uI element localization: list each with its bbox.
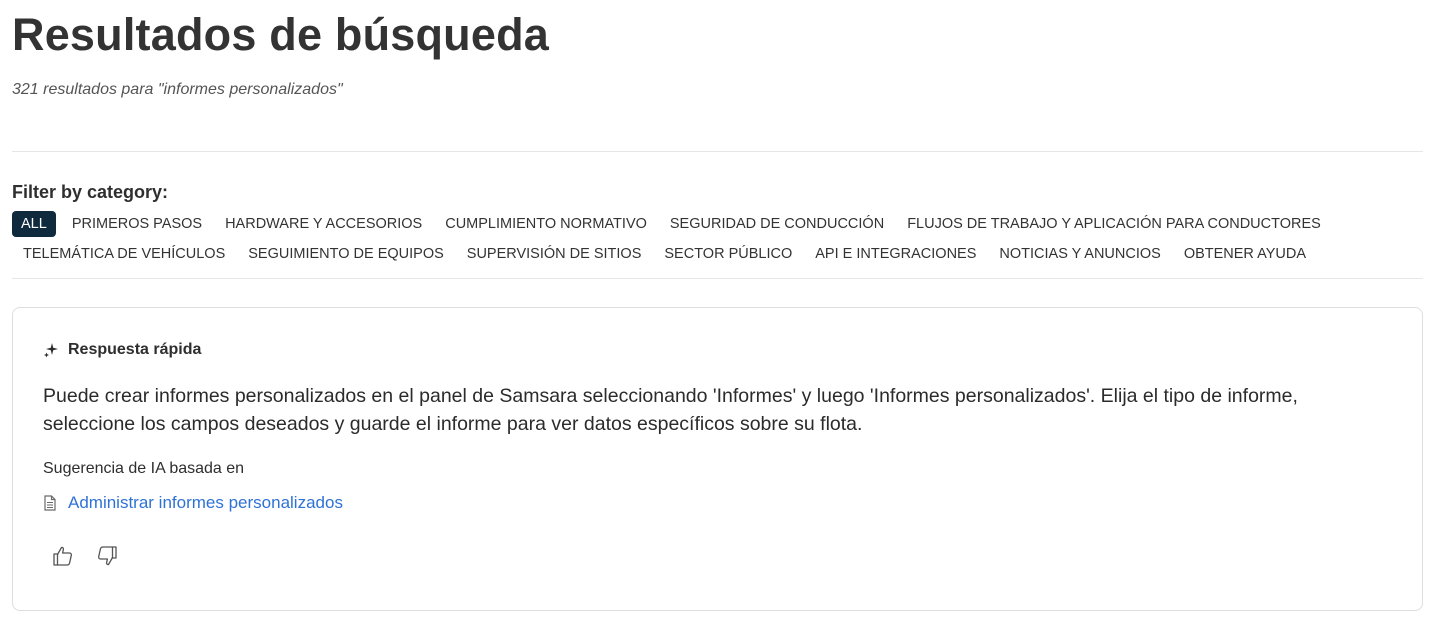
chip-obtener-ayuda[interactable]: OBTENER AYUDA — [1173, 241, 1317, 267]
ai-suggestion-label: Sugerencia de IA basada en — [43, 460, 245, 477]
quick-answer-text: Puede crear informes personalizados en e… — [43, 385, 1298, 435]
results-count: 321 resultados para "informes personaliz… — [12, 81, 343, 98]
chip-api-integraciones[interactable]: API E INTEGRACIONES — [804, 241, 987, 267]
quick-answer-title: Respuesta rápida — [68, 341, 202, 358]
chip-supervision-sitios[interactable]: SUPERVISIÓN DE SITIOS — [456, 241, 653, 267]
quick-answer-header: Respuesta rápida — [43, 338, 1392, 362]
thumbs-down-icon[interactable] — [95, 544, 119, 568]
source-item: Administrar informes personalizados — [43, 492, 1392, 514]
quick-answer-card: Respuesta rápida Puede crear informes pe… — [12, 307, 1423, 611]
search-results-page: Resultados de búsqueda 321 resultados pa… — [0, 0, 1435, 630]
chip-telematica-vehiculos[interactable]: TELEMÁTICA DE VEHÍCULOS — [12, 241, 236, 267]
chip-all[interactable]: ALL — [12, 211, 56, 237]
category-row: ALL PRIMEROS PASOS HARDWARE Y ACCESORIOS… — [12, 211, 1321, 237]
feedback-controls — [43, 544, 1392, 568]
chip-seguridad-conduccion[interactable]: SEGURIDAD DE CONDUCCIÓN — [659, 211, 895, 237]
category-filters: ALL PRIMEROS PASOS HARDWARE Y ACCESORIOS… — [12, 211, 1321, 267]
chip-flujos-de-trabajo[interactable]: FLUJOS DE TRABAJO Y APLICACIÓN PARA COND… — [896, 211, 1332, 237]
page-title: Resultados de búsqueda — [12, 9, 549, 60]
thumbs-up-icon[interactable] — [51, 544, 75, 568]
divider — [12, 151, 1423, 152]
chip-seguimiento-equipos[interactable]: SEGUIMIENTO DE EQUIPOS — [237, 241, 455, 267]
category-row: TELEMÁTICA DE VEHÍCULOS SEGUIMIENTO DE E… — [12, 241, 1312, 267]
divider — [12, 278, 1423, 279]
chip-noticias-anuncios[interactable]: NOTICIAS Y ANUNCIOS — [988, 241, 1171, 267]
chip-cumplimiento-normativo[interactable]: CUMPLIMIENTO NORMATIVO — [434, 211, 658, 237]
document-icon — [43, 495, 57, 511]
chip-primeros-pasos[interactable]: PRIMEROS PASOS — [61, 211, 213, 237]
chip-hardware-accesorios[interactable]: HARDWARE Y ACCESORIOS — [214, 211, 433, 237]
filter-label: Filter by category: — [12, 182, 169, 202]
chip-sector-publico[interactable]: SECTOR PÚBLICO — [653, 241, 803, 267]
sparkle-icon — [43, 342, 59, 358]
source-link[interactable]: Administrar informes personalizados — [68, 493, 343, 513]
